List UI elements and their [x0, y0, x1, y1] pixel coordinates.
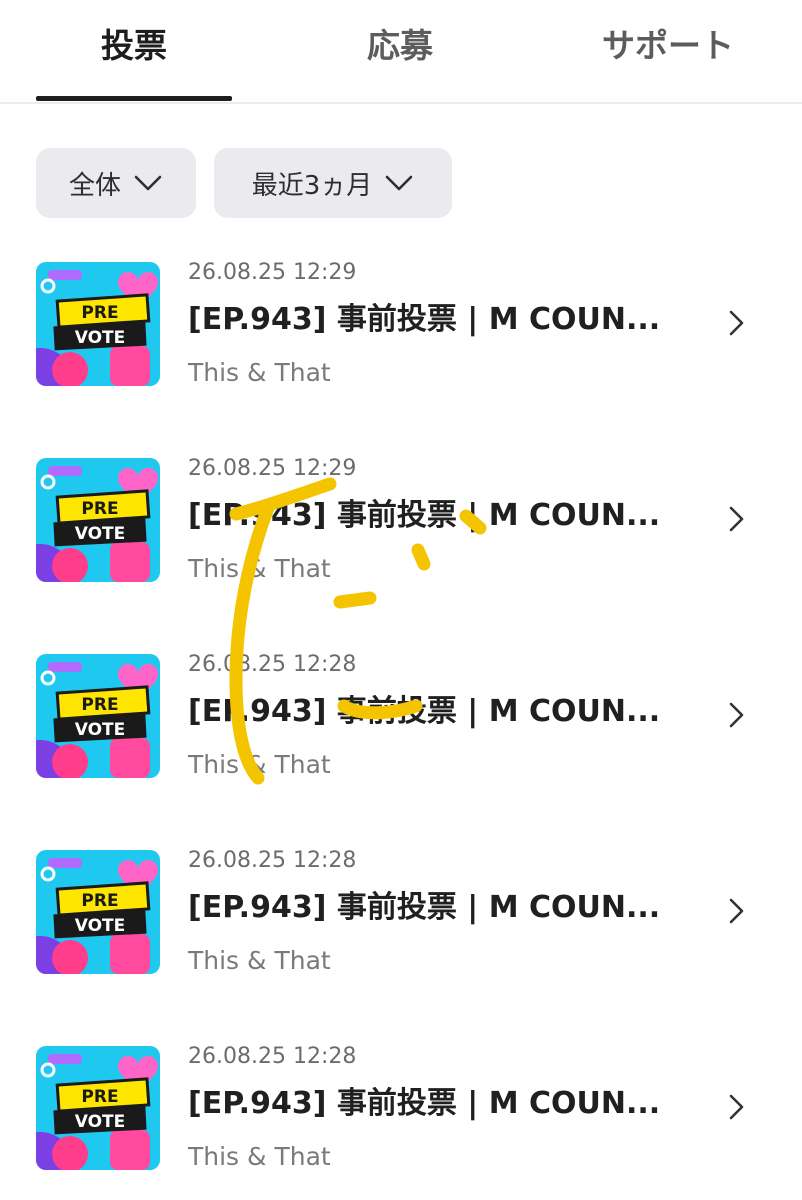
vote-title: [EP.943] 事前投票 | M COUN... [188, 498, 661, 533]
list-item[interactable]: PRE VOTE 26.08.25 12:28 [EP.943] 事前投票 | M C… [0, 836, 802, 1032]
tab-apply[interactable]: 応募 [310, 24, 490, 68]
thumb-line2: VOTE [75, 524, 126, 544]
vote-title: [EP.943] 事前投票 | M COUN... [188, 302, 661, 337]
scope-filter-dropdown[interactable]: 全体 [36, 148, 196, 218]
vote-history-screen: 投票 応募 サポート 全体 最近3ヵ月 PRE VOTE 26.08.25 12:2… [0, 0, 802, 1200]
vote-subtitle: This & That [188, 1142, 331, 1171]
vote-subtitle: This & That [188, 358, 331, 387]
period-filter-label: 最近3ヵ月 [251, 170, 373, 201]
pre-vote-thumbnail: PRE VOTE [36, 458, 160, 582]
vote-title: [EP.943] 事前投票 | M COUN... [188, 890, 661, 925]
vote-timestamp: 26.08.25 12:28 [188, 848, 357, 873]
tab-bar: 投票 応募 サポート [0, 0, 802, 104]
chevron-right-icon [729, 310, 744, 336]
list-item[interactable]: PRE VOTE 26.08.25 12:28 [EP.943] 事前投票 | M C… [0, 1032, 802, 1200]
vote-subtitle: This & That [188, 554, 331, 583]
thumb-line1: PRE [81, 303, 118, 323]
chevron-right-icon [729, 702, 744, 728]
thumb-line1: PRE [81, 499, 118, 519]
vote-subtitle: This & That [188, 946, 331, 975]
vote-title: [EP.943] 事前投票 | M COUN... [188, 694, 661, 729]
tab-vote[interactable]: 投票 [36, 24, 232, 68]
vote-timestamp: 26.08.25 12:28 [188, 652, 357, 677]
tab-support[interactable]: サポート [580, 24, 756, 68]
list-item[interactable]: PRE VOTE 26.08.25 12:29 [EP.943] 事前投票 | M C… [0, 248, 802, 444]
active-tab-indicator [36, 96, 232, 101]
thumb-line2: VOTE [75, 916, 126, 936]
list-item[interactable]: PRE VOTE 26.08.25 12:29 [EP.943] 事前投票 | M C… [0, 444, 802, 640]
thumb-line2: VOTE [75, 328, 126, 348]
chevron-right-icon [729, 898, 744, 924]
vote-subtitle: This & That [188, 750, 331, 779]
thumb-line2: VOTE [75, 720, 126, 740]
pre-vote-thumbnail: PRE VOTE [36, 654, 160, 778]
list-item[interactable]: PRE VOTE 26.08.25 12:28 [EP.943] 事前投票 | M C… [0, 640, 802, 836]
thumb-line2: VOTE [75, 1112, 126, 1132]
pre-vote-thumbnail: PRE VOTE [36, 262, 160, 386]
chevron-right-icon [729, 506, 744, 532]
pre-vote-thumbnail: PRE VOTE [36, 1046, 160, 1170]
vote-title: [EP.943] 事前投票 | M COUN... [188, 1086, 661, 1121]
thumb-line1: PRE [81, 891, 118, 911]
vote-timestamp: 26.08.25 12:29 [188, 260, 357, 285]
chevron-down-icon [134, 175, 162, 191]
chevron-down-icon [385, 175, 413, 191]
pre-vote-thumbnail: PRE VOTE [36, 850, 160, 974]
thumb-line1: PRE [81, 695, 118, 715]
vote-timestamp: 26.08.25 12:29 [188, 456, 357, 481]
vote-timestamp: 26.08.25 12:28 [188, 1044, 357, 1069]
chevron-right-icon [729, 1094, 744, 1120]
scope-filter-label: 全体 [68, 170, 121, 201]
period-filter-dropdown[interactable]: 最近3ヵ月 [214, 148, 452, 218]
thumb-line1: PRE [81, 1087, 118, 1107]
